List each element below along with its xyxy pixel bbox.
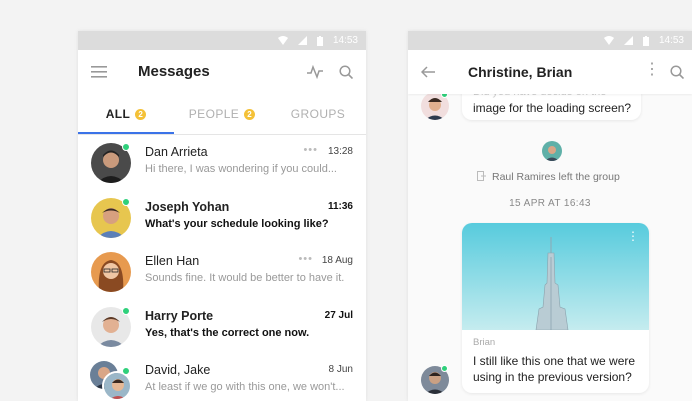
message-preview: Sounds fine. It would be better to have … <box>145 272 345 284</box>
message-preview: What's your schedule looking like? <box>145 217 329 230</box>
image-message-card[interactable]: ⋮ Brian I still like this one that we we… <box>462 223 649 393</box>
message-text: I still like this one that we were <box>473 354 636 368</box>
contact-name: Harry Porte <box>145 308 214 323</box>
avatar <box>91 252 131 292</box>
chat-title: Christine, Brian <box>468 64 573 80</box>
avatar <box>542 141 562 161</box>
tab-label: GROUPS <box>290 107 346 121</box>
message-text: image for the loading screen? <box>473 101 632 115</box>
back-arrow-icon[interactable] <box>417 61 439 83</box>
conversation-list: Dan Arrieta Hi there, I was wondering if… <box>78 134 366 401</box>
status-time: 14:53 <box>658 35 684 46</box>
search-icon[interactable] <box>335 61 357 83</box>
sender-name: Brian <box>473 337 496 348</box>
app-bar: Christine, Brian ⋮ <box>408 50 692 94</box>
contact-name: David, Jake <box>145 363 211 377</box>
more-icon[interactable]: ••• <box>298 253 313 265</box>
online-indicator <box>122 367 130 375</box>
exit-icon <box>477 171 486 181</box>
more-vert-icon[interactable]: ⋮ <box>644 62 660 78</box>
tab-label: ALL <box>105 107 131 121</box>
tab-label: PEOPLE <box>188 107 240 121</box>
wifi-icon <box>603 36 614 45</box>
tab-bar: ALL 2 PEOPLE 2 GROUPS <box>78 94 366 134</box>
message-preview: At least if we go with this one, we won'… <box>145 381 345 393</box>
tab-groups[interactable]: GROUPS <box>270 94 366 134</box>
message-time: 8 Jun <box>328 364 353 375</box>
battery-icon <box>316 35 323 46</box>
tab-people[interactable]: PEOPLE 2 <box>174 94 270 134</box>
active-tab-indicator <box>78 132 174 134</box>
tab-all[interactable]: ALL 2 <box>78 94 174 134</box>
more-vert-icon[interactable]: ⋮ <box>627 230 639 242</box>
avatar <box>102 371 132 401</box>
activity-icon[interactable] <box>304 61 326 83</box>
message-area: Did you have decide on the image for the… <box>408 80 692 401</box>
page-title: Messages <box>138 63 210 80</box>
app-bar: Messages <box>78 50 366 94</box>
messages-screen: 14:53 Messages ALL 2 PEOPLE 2 GROUPS Dan… <box>78 31 366 401</box>
online-indicator <box>122 306 130 315</box>
contact-name: Ellen Han <box>145 254 200 268</box>
message-time: 11:36 <box>327 200 353 212</box>
message-preview: Hi there, I was wondering if you could..… <box>145 163 337 175</box>
wifi-icon <box>277 36 288 45</box>
online-indicator <box>441 365 448 372</box>
list-item[interactable]: David, Jake At least if we go with this … <box>78 353 366 401</box>
list-item[interactable]: Joseph Yohan What's your schedule lookin… <box>78 190 366 245</box>
status-bar: 14:53 <box>408 31 692 50</box>
message-image[interactable] <box>462 223 649 330</box>
system-message: Raul Ramires left the group <box>492 171 620 183</box>
signal-icon <box>623 36 633 45</box>
message-text: using in the previous version? <box>473 370 632 384</box>
signal-icon <box>297 36 307 45</box>
online-indicator <box>122 197 130 206</box>
message-time: 27 Jul <box>324 309 353 321</box>
date-divider: 15 APR AT 16:43 <box>509 198 591 209</box>
more-icon[interactable]: ••• <box>303 144 318 156</box>
unread-badge: 2 <box>135 108 147 120</box>
list-item[interactable]: Dan Arrieta Hi there, I was wondering if… <box>78 135 366 190</box>
status-time: 14:53 <box>332 35 358 46</box>
message-time: 13:28 <box>327 146 353 157</box>
contact-name: Dan Arrieta <box>145 145 208 159</box>
status-bar: 14:53 <box>78 31 366 50</box>
online-indicator <box>122 143 130 151</box>
battery-icon <box>642 35 649 46</box>
list-item[interactable]: Ellen Han Sounds fine. It would be bette… <box>78 244 366 299</box>
message-preview: Yes, that's the correct one now. <box>145 326 310 339</box>
unread-badge: 2 <box>244 108 256 120</box>
list-item[interactable]: Harry Porte Yes, that's the correct one … <box>78 299 366 354</box>
contact-name: Joseph Yohan <box>145 199 230 214</box>
message-time: 18 Aug <box>321 255 353 266</box>
search-icon[interactable] <box>666 61 688 83</box>
chat-screen: 14:53 Did you have decide on the image f… <box>408 31 692 401</box>
menu-icon[interactable] <box>88 61 110 83</box>
